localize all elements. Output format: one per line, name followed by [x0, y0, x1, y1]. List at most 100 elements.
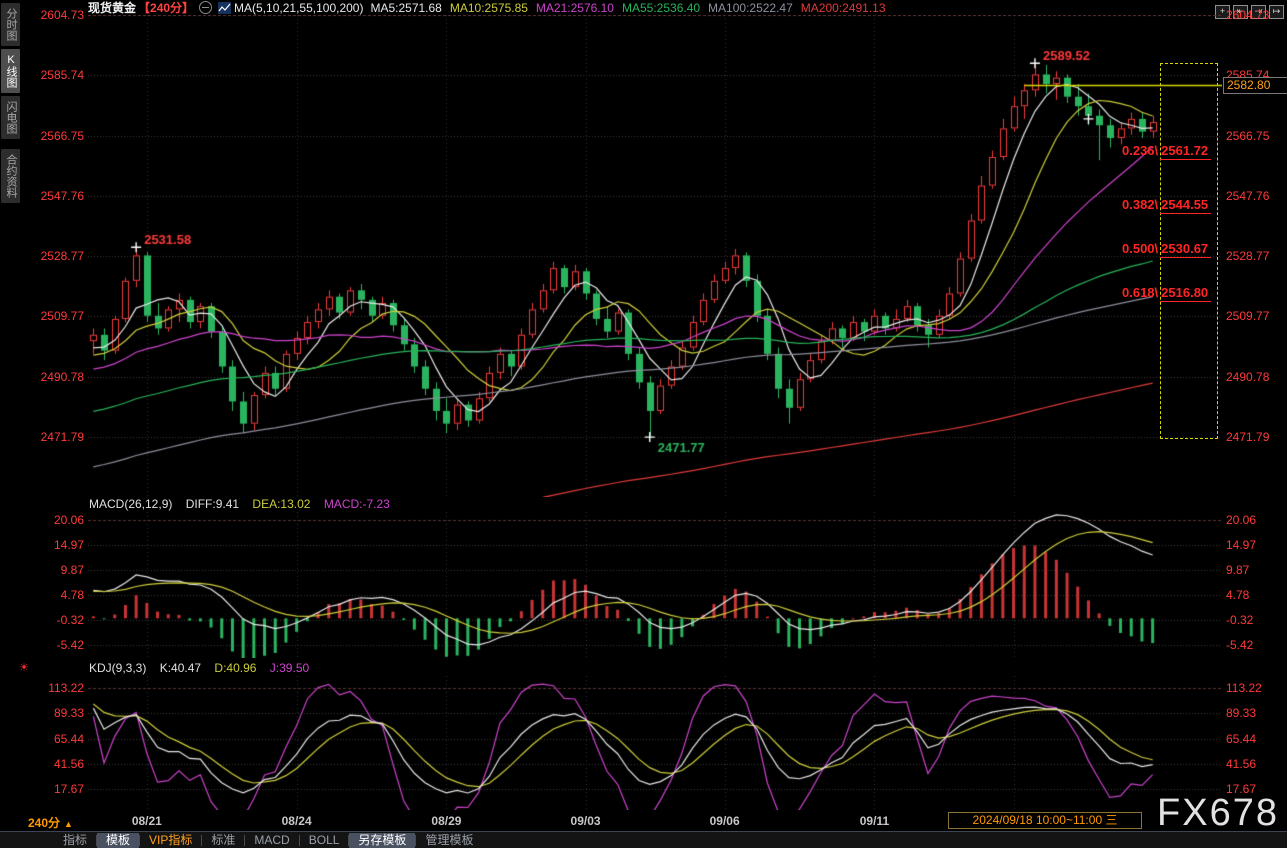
price-axis-label: 2547.76 [1226, 189, 1286, 203]
kdj-axis-label: 113.22 [1226, 681, 1286, 695]
macd-axis-label: 4.78 [1226, 588, 1286, 602]
tab-管理模板[interactable]: 管理模板 [416, 833, 482, 848]
ma-value: MA200:2491.13 [801, 1, 886, 15]
price-axis-label: 2490.78 [24, 370, 84, 384]
sidebar-item-K线图[interactable]: K线图 [1, 49, 20, 93]
macd-axis-label: 20.06 [24, 513, 84, 527]
macd-axis-label: 9.87 [1226, 563, 1286, 577]
macd-axis-label: -0.32 [1226, 613, 1286, 627]
date-tick: 09/11 [839, 814, 909, 828]
candlestick-chart[interactable] [88, 15, 1222, 497]
fib-slash: \ [1155, 285, 1159, 300]
macd-axis-label: 14.97 [1226, 538, 1286, 552]
price-axis-label: 2566.75 [1226, 129, 1286, 143]
price-axis-label: 2604.73 [1226, 8, 1286, 22]
price-axis-label: 2585.74 [24, 68, 84, 82]
date-tick: 08/24 [262, 814, 332, 828]
kdj-axis-label: 65.44 [24, 732, 84, 746]
fib-price: 2516.80 [1160, 285, 1211, 302]
ma-value: MA10:2575.85 [450, 1, 528, 15]
date-tick: 09/06 [690, 814, 760, 828]
price-axis-label: 2471.79 [24, 430, 84, 444]
left-sidebar: 分时图 K线图闪电图合约资料 [0, 0, 23, 206]
kdj-k-value: K:40.47 [160, 661, 201, 675]
fib-price: 2530.67 [1160, 241, 1211, 258]
macd-title: MACD(26,12,9) [89, 497, 172, 511]
kdj-j-value: J:39.50 [270, 661, 309, 675]
fib-ratio: 0.618 [1122, 285, 1155, 300]
macd-axis-label: 20.06 [1226, 513, 1286, 527]
trading-app-window: 分时图 K线图闪电图合约资料 现货黄金【240分】MA(5,10,21,55,10… [0, 0, 1287, 848]
macd-chart[interactable] [88, 512, 1222, 658]
fib-ratio: 0.236 [1122, 143, 1155, 158]
tab-标准[interactable]: 标准 [202, 833, 244, 848]
kdj-chart[interactable] [88, 676, 1222, 810]
chart-header: 现货黄金【240分】MA(5,10,21,55,100,200)MA5:2571… [88, 0, 894, 16]
ma-value: MA21:2576.10 [536, 1, 614, 15]
collapse-icon[interactable] [199, 1, 212, 14]
ma-value: MA100:2522.47 [708, 1, 793, 15]
tab-VIP指标[interactable]: VIP指标 [140, 833, 201, 848]
macd-axis-label: -5.42 [1226, 638, 1286, 652]
price-axis-label: 2509.77 [24, 309, 84, 323]
fib-ratio: 0.500 [1122, 241, 1155, 256]
price-axis-label: 2471.79 [1226, 430, 1286, 444]
fib-ratio: 0.382 [1122, 197, 1155, 212]
kdj-axis-label: 41.56 [24, 757, 84, 771]
kdj-header: KDJ(9,3,3) K:40.47 D:40.96 J:39.50 [89, 661, 309, 675]
kdj-axis-label: 41.56 [1226, 757, 1286, 771]
tab-另存模板[interactable]: 另存模板 [349, 833, 415, 848]
period-selector[interactable]: 240分▲ [28, 814, 73, 831]
ma-value: MA55:2536.40 [622, 1, 700, 15]
fib-slash: \ [1155, 143, 1159, 158]
kdj-title: KDJ(9,3,3) [89, 661, 146, 675]
symbol-title: 现货黄金 [88, 1, 136, 15]
tab-指标[interactable]: 指标 [54, 833, 96, 848]
sidebar-item-闪电图[interactable]: 闪电图 [1, 96, 20, 139]
macd-diff-value: DIFF:9.41 [186, 497, 239, 511]
indicator-flag-icon[interactable]: ☀ [19, 661, 29, 674]
price-axis-label: 2509.77 [1226, 309, 1286, 323]
tab-模板[interactable]: 模板 [97, 833, 139, 848]
ma-group-label: MA(5,10,21,55,100,200) [234, 1, 363, 15]
price-axis-label: 2566.75 [24, 129, 84, 143]
kdj-axis-label: 17.67 [24, 782, 84, 796]
kdj-axis-label: 89.33 [1226, 706, 1286, 720]
kdj-axis-label: 113.22 [24, 681, 84, 695]
kdj-axis-label: 65.44 [1226, 732, 1286, 746]
fib-level: 0.382\2544.55 [1122, 197, 1211, 212]
fib-slash: \ [1155, 241, 1159, 256]
macd-dea-value: DEA:13.02 [252, 497, 310, 511]
tab-MACD[interactable]: MACD [245, 833, 298, 848]
current-candle-time[interactable]: 2024/09/18 10:00~11:00 三 [948, 812, 1142, 829]
kdj-axis-label: 89.33 [24, 706, 84, 720]
price-axis-label: 2490.78 [1226, 370, 1286, 384]
watermark: FX678 [1157, 792, 1279, 835]
current-price-value: 2582.80 [1227, 78, 1270, 92]
current-price-label[interactable]: 2582.80 [1223, 77, 1287, 94]
fib-level: 0.500\2530.67 [1122, 241, 1211, 256]
macd-macd-value: MACD:-7.23 [324, 497, 390, 511]
kdj-d-value: D:40.96 [214, 661, 256, 675]
macd-axis-label: -0.32 [24, 613, 84, 627]
price-axis-label: 2528.77 [24, 249, 84, 263]
tab-BOLL[interactable]: BOLL [300, 833, 349, 848]
fib-price: 2561.72 [1160, 143, 1211, 160]
ma-value: MA5:2571.68 [370, 1, 441, 15]
fib-level: 0.236\2561.72 [1122, 143, 1211, 158]
price-axis-label: 2604.73 [24, 8, 84, 22]
ma-legend: MA5:2571.68 MA10:2575.85 MA21:2576.10 MA55:… [370, 1, 893, 15]
bottom-toolbar: 指标模板VIP指标标准MACDBOLL另存模板管理模板 [0, 831, 1287, 848]
triangle-up-icon: ▲ [64, 819, 73, 829]
fib-level: 0.618\2516.80 [1122, 285, 1211, 300]
chart-type-icon [218, 2, 231, 14]
fib-slash: \ [1155, 197, 1159, 212]
sidebar-item-合约资料[interactable]: 合约资料 [1, 149, 20, 203]
fib-price: 2544.55 [1160, 197, 1211, 214]
macd-header: MACD(26,12,9) DIFF:9.41 DEA:13.02 MACD:-… [89, 497, 390, 511]
date-tick: 09/03 [551, 814, 621, 828]
macd-axis-label: 4.78 [24, 588, 84, 602]
sidebar-item-分时图[interactable]: 分时图 [1, 3, 20, 46]
price-axis-label: 2547.76 [24, 189, 84, 203]
macd-axis-label: 14.97 [24, 538, 84, 552]
